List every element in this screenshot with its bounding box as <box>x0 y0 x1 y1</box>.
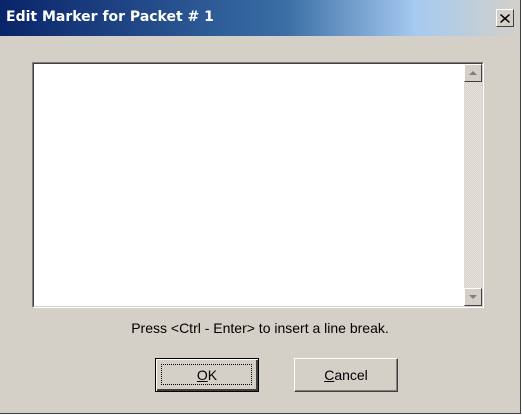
title-bar[interactable]: Edit Marker for Packet # 1 <box>0 0 520 36</box>
vertical-scrollbar[interactable] <box>464 64 482 306</box>
cancel-button[interactable]: Cancel <box>294 358 398 392</box>
cancel-button-label: Cancel <box>324 367 368 383</box>
window-title: Edit Marker for Packet # 1 <box>6 9 214 25</box>
scroll-down-button[interactable] <box>464 288 482 306</box>
close-button[interactable] <box>496 9 514 27</box>
arrow-up-icon <box>469 70 477 76</box>
ok-button-label: OK <box>196 367 218 383</box>
close-icon <box>500 13 510 23</box>
arrow-down-icon <box>469 294 477 300</box>
line-break-hint: Press <Ctrl - Enter> to insert a line br… <box>131 320 389 336</box>
edit-marker-dialog: Edit Marker for Packet # 1 Press <Ctrl -… <box>0 0 521 414</box>
marker-text-input[interactable] <box>34 64 464 306</box>
ok-button[interactable]: OK <box>155 358 259 392</box>
marker-text-area-container <box>33 63 483 307</box>
scroll-up-button[interactable] <box>464 64 482 82</box>
marker-text-frame <box>32 62 484 308</box>
